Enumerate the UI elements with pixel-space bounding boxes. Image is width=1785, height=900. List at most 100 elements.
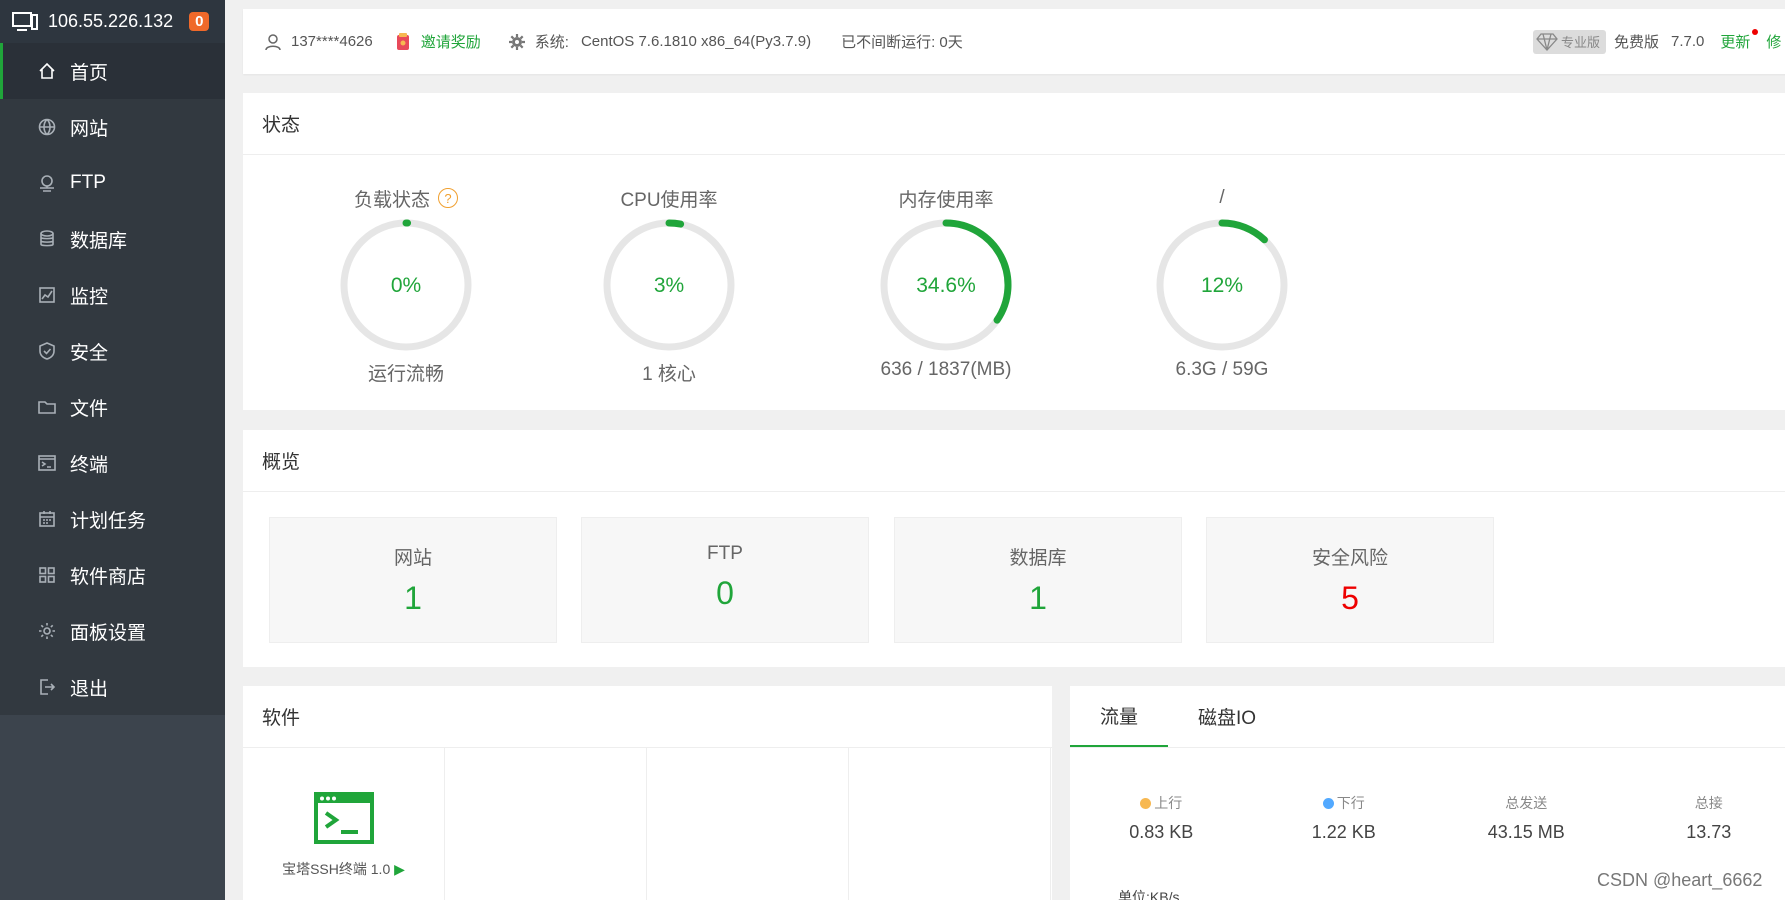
overview-title: 概览 bbox=[243, 430, 1785, 492]
help-icon[interactable]: ? bbox=[438, 188, 458, 208]
overview-card-website[interactable]: 网站 1 bbox=[269, 517, 557, 643]
disk-gauge[interactable]: / 12% 6.3G / 59G bbox=[1122, 185, 1322, 381]
gauge-title: 负载状态 bbox=[353, 189, 430, 211]
gauge-value: 3% bbox=[654, 274, 684, 297]
gauge-title: / bbox=[1219, 187, 1225, 208]
stat-value: 1.22 KB bbox=[1311, 822, 1376, 842]
sidebar-item-website[interactable]: 网站 bbox=[0, 99, 225, 155]
sidebar-item-label: FTP bbox=[70, 172, 106, 193]
globe-icon bbox=[36, 116, 58, 138]
sidebar-item-home[interactable]: 首页 bbox=[0, 43, 225, 99]
update-link[interactable]: 更新 bbox=[1720, 29, 1759, 52]
gauge-ring: 0% bbox=[340, 219, 472, 351]
tab-traffic[interactable]: 流量 bbox=[1070, 686, 1169, 747]
ftp-icon bbox=[36, 172, 58, 194]
repair-link[interactable]: 修 bbox=[1766, 31, 1781, 52]
sidebar-item-label: 终端 bbox=[70, 454, 109, 476]
invite-reward-link[interactable]: 邀请奖励 bbox=[393, 31, 481, 52]
sidebar-item-settings[interactable]: 面板设置 bbox=[0, 603, 225, 659]
gauge-subtitle: 6.3G / 59G bbox=[1175, 359, 1269, 380]
database-icon bbox=[36, 228, 58, 250]
monitor-icon bbox=[12, 11, 38, 31]
gauge-subtitle: 运行流畅 bbox=[367, 364, 444, 385]
software-title: 软件 bbox=[243, 686, 1052, 748]
shield-icon bbox=[36, 340, 58, 362]
sidebar-item-label: 安全 bbox=[70, 342, 109, 364]
message-count-badge[interactable]: 0 bbox=[189, 12, 210, 31]
stat-download: 下行 1.22 KB bbox=[1253, 793, 1436, 843]
unit-label: 单位:KB/s bbox=[1118, 889, 1180, 900]
version-number: 7.7.0 bbox=[1671, 33, 1705, 50]
server-header: 106.55.226.132 0 bbox=[0, 0, 225, 43]
user-account[interactable]: 137****4626 bbox=[263, 32, 373, 52]
traffic-tabs: 流量 磁盘IO bbox=[1070, 686, 1785, 748]
software-grid: 宝塔SSH终端 1.0 ▶ bbox=[243, 748, 1052, 900]
stat-total-received: 总接 13.73 bbox=[1618, 793, 1785, 843]
stat-total-sent: 总发送 43.15 MB bbox=[1435, 793, 1618, 843]
software-empty-slot bbox=[849, 748, 1051, 900]
gauge-ring: 3% bbox=[603, 219, 735, 351]
sidebar-item-cron[interactable]: 计划任务 bbox=[0, 491, 225, 547]
sidebar-item-label: 数据库 bbox=[70, 230, 128, 252]
gauge-ring: 34.6% bbox=[880, 219, 1012, 351]
play-icon[interactable]: ▶ bbox=[394, 861, 405, 877]
sidebar-item-label: 软件商店 bbox=[70, 566, 147, 588]
home-icon bbox=[36, 60, 58, 82]
upload-legend-dot bbox=[1140, 797, 1152, 809]
sidebar-item-database[interactable]: 数据库 bbox=[0, 211, 225, 267]
user-phone: 137****4626 bbox=[291, 33, 373, 50]
gauge-arc bbox=[942, 219, 1012, 324]
gauge-title: 内存使用率 bbox=[898, 189, 994, 211]
tab-disk-io[interactable]: 磁盘IO bbox=[1168, 686, 1286, 747]
gauge-arc bbox=[1218, 219, 1268, 244]
stat-label: 下行 bbox=[1336, 795, 1365, 811]
status-title: 状态 bbox=[243, 93, 1785, 155]
sidebar-item-label: 退出 bbox=[70, 678, 109, 700]
card-value: 1 bbox=[1029, 580, 1047, 616]
sidebar-item-label: 计划任务 bbox=[70, 510, 147, 532]
sidebar-item-files[interactable]: 文件 bbox=[0, 379, 225, 435]
sidebar-item-ftp[interactable]: FTP bbox=[0, 155, 225, 211]
gift-icon bbox=[396, 32, 409, 50]
stat-value: 43.15 MB bbox=[1487, 822, 1565, 842]
pro-edition-tag[interactable]: 专业版 bbox=[1533, 29, 1607, 54]
software-empty-slot bbox=[445, 748, 647, 900]
sidebar-item-app-store[interactable]: 软件商店 bbox=[0, 547, 225, 603]
sidebar-item-logout[interactable]: 退出 bbox=[0, 659, 225, 715]
edition-label: 免费版 bbox=[1614, 34, 1660, 51]
overview-card-database[interactable]: 数据库 1 bbox=[894, 517, 1182, 643]
stat-value: 0.83 KB bbox=[1129, 822, 1194, 842]
software-item[interactable]: 宝塔SSH终端 1.0 ▶ bbox=[243, 748, 445, 900]
stat-label: 总接 bbox=[1694, 795, 1723, 811]
overview-card-security-risk[interactable]: 安全风险 5 bbox=[1206, 517, 1494, 643]
gear-icon bbox=[36, 620, 58, 642]
load-gauge[interactable]: 负载状态? 0% 运行流畅 bbox=[306, 185, 506, 386]
stat-label: 上行 bbox=[1154, 795, 1183, 811]
stat-value: 13.73 bbox=[1686, 822, 1732, 842]
sidebar-item-terminal[interactable]: 终端 bbox=[0, 435, 225, 491]
sidebar-item-label: 网站 bbox=[70, 118, 109, 140]
traffic-panel: 流量 磁盘IO 上行 0.83 KB 下行 1.22 KB 总发送 43.15 … bbox=[1070, 686, 1785, 900]
overview-card-ftp[interactable]: FTP 0 bbox=[581, 517, 869, 643]
sidebar-item-label: 文件 bbox=[70, 398, 109, 420]
system-value: CentOS 7.6.1810 x86_64(Py3.7.9) bbox=[580, 33, 812, 50]
sidebar-item-monitor[interactable]: 监控 bbox=[0, 267, 225, 323]
card-label: 网站 bbox=[393, 548, 432, 569]
sidebar-item-label: 监控 bbox=[70, 286, 109, 308]
terminal-icon bbox=[36, 452, 58, 474]
software-panel: 软件 宝塔SSH终端 1.0 ▶ bbox=[243, 686, 1052, 900]
sidebar-item-security[interactable]: 安全 bbox=[0, 323, 225, 379]
top-bar: 137****4626 邀请奖励 系统: CentOS 7.6.1810 x86… bbox=[243, 9, 1785, 74]
server-ip: 106.55.226.132 bbox=[48, 11, 174, 31]
uptime: 已不间断运行: 0天 bbox=[841, 31, 963, 52]
calendar-icon bbox=[36, 508, 58, 530]
gauge-subtitle: 636 / 1837(MB) bbox=[880, 359, 1012, 380]
download-legend-dot bbox=[1322, 797, 1334, 809]
overview-panel: 概览 网站 1 FTP 0 数据库 1 安全风险 5 bbox=[243, 430, 1785, 667]
gauge-subtitle: 1 核心 bbox=[642, 364, 696, 385]
software-empty-slot bbox=[647, 748, 849, 900]
system-info: 系统: CentOS 7.6.1810 x86_64(Py3.7.9) bbox=[507, 31, 811, 52]
memory-gauge[interactable]: 内存使用率 34.6% 636 / 1837(MB) bbox=[846, 185, 1046, 381]
cpu-gauge[interactable]: CPU使用率 3% 1 核心 bbox=[569, 185, 769, 386]
software-name: 宝塔SSH终端 1.0 bbox=[282, 861, 391, 877]
